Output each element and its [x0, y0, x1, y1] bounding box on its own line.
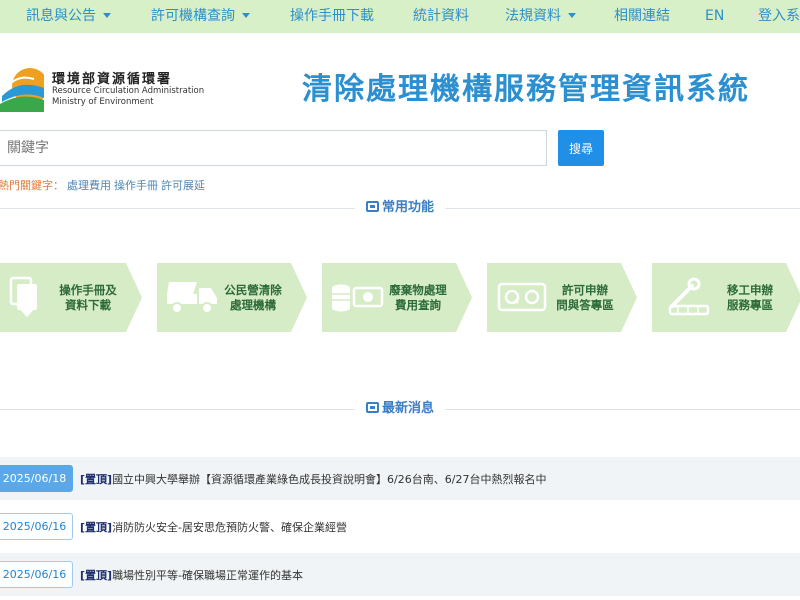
- news-date[interactable]: 2025/06/16: [0, 561, 73, 588]
- news-title[interactable]: [置頂]國立中興大學舉辦【資源循環產業綠色成長投資說明會】6/26台南、6/27…: [80, 471, 546, 487]
- document-download-icon: [9, 276, 37, 318]
- feature-tile-manual-download[interactable]: 操作手冊及 資料下載: [0, 263, 142, 332]
- qa-icon: [497, 282, 547, 312]
- news-date[interactable]: 2025/06/16: [0, 513, 73, 540]
- tile-label: 公民營清除 處理機構: [217, 283, 289, 313]
- section-title-text: 最新消息: [381, 401, 434, 416]
- search-button[interactable]: 搜尋: [558, 130, 604, 166]
- nav-label: 操作手冊下載: [290, 8, 374, 24]
- ministry-logo-icon[interactable]: [0, 62, 44, 112]
- tile-label: 許可申辦 問與答專區: [549, 283, 621, 313]
- tile-label-line: 公民營清除: [224, 283, 282, 297]
- hot-keywords-label: 熱門關鍵字：: [0, 179, 64, 192]
- pinned-tag: [置頂]: [80, 569, 113, 582]
- nav-label: 相關連結: [614, 8, 670, 24]
- system-title: 清除處理機構服務管理資訊系統: [302, 72, 750, 107]
- nav-label: 登入系統: [758, 8, 800, 24]
- section-title-text: 常用功能: [381, 200, 434, 215]
- caret-down-icon: [242, 13, 250, 18]
- section-square-icon: [365, 201, 379, 212]
- nav-label: 訊息與公告: [26, 8, 96, 24]
- section-square-icon: [365, 402, 379, 413]
- tile-label-line: 許可申辦: [562, 283, 608, 297]
- news-title[interactable]: [置頂]職場性別平等-確保職場正常運作的基本: [80, 567, 303, 583]
- nav-label: 統計資料: [413, 8, 469, 24]
- tile-label-line: 操作手冊及: [59, 283, 117, 297]
- news-title-text: 國立中興大學舉辦【資源循環產業綠色成長投資說明會】6/26台南、6/27台中熱烈…: [112, 473, 547, 486]
- tile-label-line: 資料下載: [65, 298, 111, 312]
- tile-label-line: 處理機構: [230, 298, 276, 312]
- org-name-en-line1: Resource Circulation Administration: [52, 86, 205, 96]
- news-item[interactable]: 2025/06/16 [置頂]職場性別平等-確保職場正常運作的基本: [0, 553, 800, 596]
- feature-tile-permit-qa[interactable]: 許可申辦 問與答專區: [487, 263, 637, 332]
- org-name-zh: 環境部資源循環署: [52, 72, 173, 87]
- nav-item-regulations[interactable]: 法規資料: [505, 0, 576, 33]
- org-name-en-line2: Ministry of Environment: [52, 97, 154, 107]
- tile-label-line: 移工申辦: [727, 283, 773, 297]
- nav-label: 許可機構查詢: [151, 8, 235, 24]
- feature-tile-agencies[interactable]: 公民營清除 處理機構: [157, 263, 307, 332]
- nav-item-statistics[interactable]: 統計資料: [413, 0, 469, 33]
- section-title-common: 常用功能: [355, 198, 445, 218]
- caret-down-icon: [568, 13, 576, 18]
- nav-label: 法規資料: [505, 8, 561, 24]
- nav-item-announcements[interactable]: 訊息與公告: [26, 0, 111, 33]
- nav-item-english[interactable]: EN: [705, 0, 724, 33]
- worker-tools-icon: [668, 277, 710, 316]
- caret-down-icon: [103, 13, 111, 18]
- news-date[interactable]: 2025/06/18: [0, 465, 73, 492]
- nav-label: EN: [705, 8, 725, 24]
- section-title-news: 最新消息: [355, 399, 445, 419]
- feature-tile-fee-query[interactable]: 廢棄物處理 費用查詢: [322, 263, 472, 332]
- tile-label-line: 費用查詢: [395, 298, 441, 312]
- nav-item-manual-download[interactable]: 操作手冊下載: [290, 0, 374, 33]
- news-item[interactable]: 2025/06/16 [置頂]消防防火安全-居安思危預防火警、確保企業經營: [0, 505, 800, 548]
- news-title[interactable]: [置頂]消防防火安全-居安思危預防火警、確保企業經營: [80, 519, 347, 535]
- feature-tile-migrant-worker[interactable]: 移工申辦 服務專區: [652, 263, 800, 332]
- nav-item-related-links[interactable]: 相關連結: [614, 0, 670, 33]
- hot-keyword-link[interactable]: 處理費用: [67, 179, 111, 192]
- news-title-text: 職場性別平等-確保職場正常運作的基本: [112, 569, 304, 582]
- hot-keywords: 熱門關鍵字： 處理費用 操作手冊 許可展延: [0, 177, 205, 193]
- hot-keyword-link[interactable]: 操作手冊: [114, 179, 158, 192]
- tile-label-line: 問與答專區: [556, 298, 614, 312]
- dump-truck-icon: [167, 282, 217, 314]
- news-title-text: 消防防火安全-居安思危預防火警、確保企業經營: [112, 521, 348, 534]
- search-input[interactable]: [0, 130, 547, 166]
- nav-item-login[interactable]: 登入系統: [758, 0, 800, 33]
- tile-label-line: 服務專區: [727, 298, 773, 312]
- pinned-tag: [置頂]: [80, 473, 113, 486]
- tile-label: 操作手冊及 資料下載: [52, 283, 124, 313]
- pinned-tag: [置頂]: [80, 521, 113, 534]
- tile-label: 廢棄物處理 費用查詢: [382, 283, 454, 313]
- tile-label: 移工申辦 服務專區: [714, 283, 786, 313]
- nav-item-agency-search[interactable]: 許可機構查詢: [151, 0, 250, 33]
- news-item[interactable]: 2025/06/18 [置頂]國立中興大學舉辦【資源循環產業綠色成長投資說明會】…: [0, 457, 800, 500]
- hot-keyword-link[interactable]: 許可展延: [161, 179, 205, 192]
- money-coins-icon: [332, 284, 384, 312]
- tile-label-line: 廢棄物處理: [389, 283, 447, 297]
- top-navigation: 訊息與公告 許可機構查詢 操作手冊下載 統計資料 法規資料 相關連結 EN 登入…: [0, 0, 800, 33]
